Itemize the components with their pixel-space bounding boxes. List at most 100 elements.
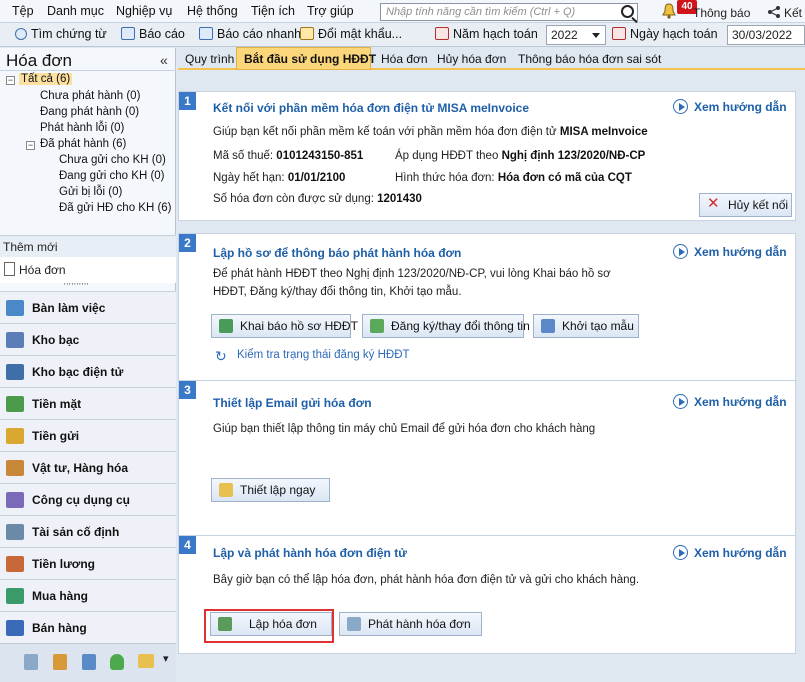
register-change-button[interactable]: Đăng ký/thay đổi thông tin — [362, 314, 530, 338]
desc-text: Giúp bạn kết nối phần mềm kế toán với ph… — [213, 126, 560, 138]
collapse-panel-button[interactable]: « — [160, 52, 168, 68]
guide-label: Xem hướng dẫn — [694, 395, 787, 409]
splitter-grip[interactable]: '''''''''' — [64, 282, 89, 291]
tab-cancel-invoice[interactable]: Hủy hóa đơn — [437, 52, 506, 66]
tree-item-sent[interactable]: Đã gửi HĐ cho KH (6) — [59, 202, 172, 214]
menu-operations[interactable]: Nghiệp vụ — [116, 4, 172, 18]
notifications-button[interactable]: Thông báo — [693, 6, 750, 20]
step2-description-line2: HĐĐT, Đăng ký/thay đổi thông tin, Khởi t… — [213, 286, 462, 298]
disconnect-button[interactable]: ✕ Hủy kết nối — [699, 193, 792, 217]
check-status-link[interactable]: Kiểm tra trạng thái đăng ký HĐĐT — [237, 349, 410, 361]
add-new-invoice-link[interactable]: Hóa đơn — [19, 263, 66, 277]
step2-guide-link[interactable]: Xem hướng dẫn — [673, 244, 787, 259]
panel-title: Hóa đơn — [6, 51, 72, 70]
nav-cash[interactable]: Tiền mặt — [0, 387, 176, 419]
fiscal-year-select[interactable]: 2022 — [546, 25, 606, 45]
step4-guide-link[interactable]: Xem hướng dẫn — [673, 545, 787, 560]
invoice-shortcut-icon[interactable] — [24, 654, 38, 670]
tax-shortcut-icon[interactable] — [53, 654, 67, 670]
tree-collapse-icon[interactable]: − — [6, 76, 15, 85]
bell-icon[interactable] — [662, 3, 676, 19]
tree-item-sending[interactable]: Đang gửi cho KH (0) — [59, 170, 165, 182]
tree-item-issue-error[interactable]: Phát hành lỗi (0) — [40, 122, 124, 134]
menu-help[interactable]: Trợ giúp — [307, 4, 354, 18]
apply-value: Nghị định 123/2020/NĐ-CP — [501, 150, 646, 162]
email-icon — [219, 483, 233, 497]
guide-label: Xem hướng dẫn — [694, 245, 787, 259]
building-icon — [6, 524, 24, 540]
tab-start-einvoice[interactable]: Bắt đầu sử dụng HĐĐT — [244, 52, 376, 66]
menu-system[interactable]: Hệ thống — [187, 4, 238, 18]
step-number: 1 — [179, 92, 196, 110]
toolbar: Tìm chứng từ Báo cáo Báo cáo nhanh Đổi m… — [0, 23, 805, 47]
search-placeholder: Nhập tính năng cần tìm kiếm (Ctrl + Q) — [386, 6, 576, 18]
connect-button[interactable]: Kết — [784, 6, 802, 20]
report-button[interactable]: Báo cáo — [121, 27, 185, 41]
folder-icon[interactable] — [138, 654, 154, 668]
tab-process[interactable]: Quy trình — [185, 52, 234, 66]
tree-item-issuing[interactable]: Đang phát hành (0) — [40, 106, 139, 118]
disconnect-label: Hủy kết nối — [728, 198, 789, 212]
tree-item-all[interactable]: Tất cả (6) — [19, 73, 73, 85]
step1-description: Giúp bạn kết nối phần mềm kế toán với ph… — [213, 126, 648, 138]
menu-utilities[interactable]: Tiện ích — [251, 4, 295, 18]
report-icon — [121, 27, 135, 40]
nav-desk[interactable]: Bàn làm việc — [0, 291, 176, 323]
create-template-button[interactable]: Khởi tạo mẫu — [533, 314, 639, 338]
menu-file[interactable]: Tệp — [12, 4, 34, 18]
nav-sales[interactable]: Bán hàng — [0, 611, 176, 643]
change-password-label: Đổi mật khẩu... — [318, 27, 403, 41]
step3-guide-link[interactable]: Xem hướng dẫn — [673, 394, 787, 409]
quick-report-button[interactable]: Báo cáo nhanh — [199, 27, 301, 41]
shield-icon[interactable] — [110, 654, 124, 670]
expiry-row: Ngày hết hạn: 01/01/2100 — [213, 172, 345, 184]
cash-icon — [6, 396, 24, 412]
key-icon — [300, 27, 314, 40]
nav-payroll[interactable]: Tiền lương — [0, 547, 176, 579]
search-icon[interactable] — [621, 5, 634, 18]
nav-tools[interactable]: Công cụ dụng cụ — [0, 483, 176, 515]
feature-search-input[interactable]: Nhập tính năng cần tìm kiếm (Ctrl + Q) — [380, 3, 638, 21]
bank-icon — [6, 332, 24, 348]
invoice-form-label: Hình thức hóa đơn: — [395, 172, 495, 184]
nav-fixed-assets[interactable]: Tài sản cố định — [0, 515, 176, 547]
document-icon — [4, 262, 15, 276]
tree-item-issued[interactable]: Đã phát hành (6) — [40, 138, 126, 150]
register-change-label: Đăng ký/thay đổi thông tin — [391, 319, 530, 333]
tab-error-notice[interactable]: Thông báo hóa đơn sai sót — [518, 52, 661, 66]
chevron-down-icon[interactable] — [592, 33, 600, 38]
apply-label: Áp dụng HĐĐT theo — [395, 150, 499, 162]
issue-invoice-button[interactable]: Phát hành hóa đơn — [339, 612, 482, 636]
change-password-button[interactable]: Đổi mật khẩu... — [300, 27, 402, 41]
nav-label: Tiền lương — [32, 557, 95, 571]
issue-document-icon — [347, 617, 361, 631]
quick-report-label: Báo cáo nhanh — [217, 27, 302, 41]
create-template-label: Khởi tạo mẫu — [562, 319, 634, 333]
remaining-label: Số hóa đơn còn được sử dụng: — [213, 193, 374, 205]
step3-card: 3 Thiết lập Email gửi hóa đơn Xem hướng … — [178, 380, 796, 536]
nav-e-treasury[interactable]: Kho bạc điện tử — [0, 355, 176, 387]
tree-item-send-error[interactable]: Gửi bị lỗi (0) — [59, 186, 122, 198]
menu-catalog[interactable]: Danh mục — [47, 4, 104, 18]
step1-guide-link[interactable]: Xem hướng dẫn — [673, 99, 787, 114]
tree-item-not-issued[interactable]: Chưa phát hành (0) — [40, 90, 140, 102]
declare-profile-button[interactable]: Khai báo hồ sơ HĐĐT — [211, 314, 358, 338]
setup-email-button[interactable]: Thiết lập ngay — [211, 478, 330, 502]
tree-item-not-sent[interactable]: Chưa gửi cho KH (0) — [59, 154, 166, 166]
find-voucher-button[interactable]: Tìm chứng từ — [15, 27, 107, 41]
nav-inventory[interactable]: Vật tư, Hàng hóa — [0, 451, 176, 483]
chevron-down-icon[interactable]: ▾ — [163, 652, 169, 665]
expiry-value: 01/01/2100 — [287, 172, 346, 184]
fiscal-year-field: Năm hạch toán — [435, 27, 538, 41]
edit-shortcut-icon[interactable] — [82, 654, 96, 670]
desk-icon — [6, 300, 24, 316]
step3-description: Giúp bạn thiết lập thông tin máy chủ Ema… — [213, 423, 596, 435]
step4-description: Bây giờ bạn có thể lập hóa đơn, phát hàn… — [213, 574, 640, 586]
tree-collapse-icon[interactable]: − — [26, 141, 35, 150]
tab-invoice[interactable]: Hóa đơn — [381, 52, 428, 66]
nav-label: Tài sản cố định — [32, 525, 120, 539]
nav-treasury[interactable]: Kho bạc — [0, 323, 176, 355]
nav-purchase[interactable]: Mua hàng — [0, 579, 176, 611]
nav-deposit[interactable]: Tiền gửi — [0, 419, 176, 451]
posting-date-input[interactable]: 30/03/2022 — [727, 25, 805, 45]
